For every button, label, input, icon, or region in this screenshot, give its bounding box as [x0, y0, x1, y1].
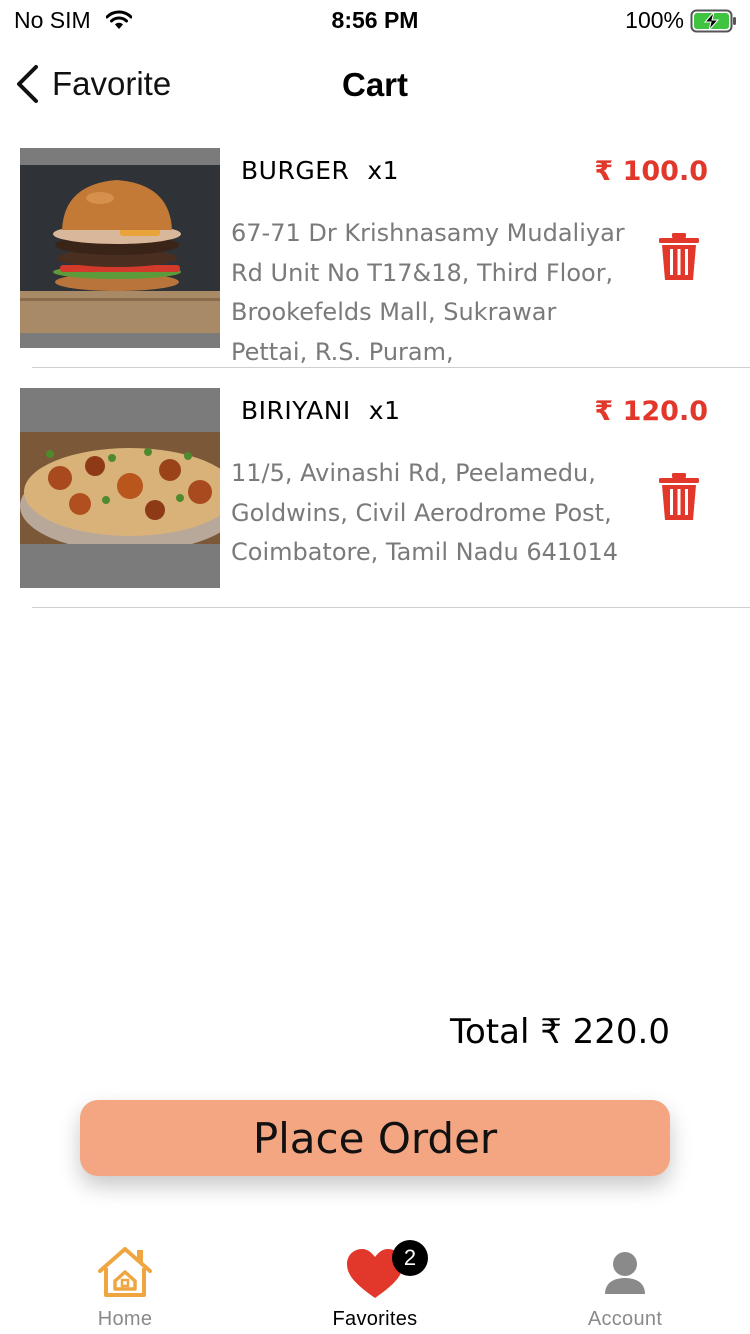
item-quantity: x1 [367, 156, 400, 185]
biriyani-image [20, 388, 220, 588]
tab-label: Favorites [332, 1308, 418, 1330]
cart-item: BURGER x1 ₹ 100.0 67-71 Dr Krishnasamy Mu… [0, 148, 750, 388]
trash-icon [656, 473, 702, 526]
navigation-bar: Favorite Cart [0, 40, 750, 130]
item-address: 67-71 Dr Krishnasamy Mudaliyar Rd Unit N… [231, 219, 625, 366]
status-bar: No SIM 8:56 PM 100% [0, 0, 750, 40]
item-price: ₹ 100.0 [594, 156, 708, 187]
delete-item-button[interactable] [656, 472, 702, 522]
delete-item-button[interactable] [656, 232, 702, 282]
tab-bar: Home 2 Favorites Account [0, 1234, 750, 1334]
place-order-button[interactable]: Place Order [80, 1100, 670, 1176]
trash-icon [656, 233, 702, 286]
item-name-row: BIRIYANI x1 [241, 396, 400, 425]
battery-percent: 100% [625, 7, 684, 33]
cart-item: BIRIYANI x1 ₹ 120.0 11/5, Avinashi Rd, Pe… [0, 388, 750, 628]
tab-favorites[interactable]: 2 Favorites [250, 1234, 500, 1334]
item-name-row: BURGER x1 [241, 156, 399, 185]
battery-charging-icon [690, 9, 738, 38]
item-name: BIRIYANI [241, 396, 351, 425]
item-price: ₹ 120.0 [594, 396, 708, 427]
cart-total: Total ₹ 220.0 [450, 1012, 670, 1052]
item-name: BURGER [241, 156, 350, 185]
item-address: 11/5, Avinashi Rd, Peelamedu, Goldwins, … [231, 459, 618, 566]
item-quantity: x1 [368, 396, 401, 425]
tab-label: Home [97, 1308, 153, 1330]
tab-account[interactable]: Account [500, 1234, 750, 1334]
page-title: Cart [341, 66, 409, 103]
favorites-count-badge: 2 [392, 1240, 428, 1276]
burger-image [20, 148, 220, 348]
tab-label: Account [587, 1308, 663, 1330]
person-icon [595, 1244, 655, 1300]
home-icon [95, 1244, 155, 1300]
divider [32, 367, 750, 368]
tab-home[interactable]: Home [0, 1234, 250, 1334]
divider [32, 607, 750, 608]
